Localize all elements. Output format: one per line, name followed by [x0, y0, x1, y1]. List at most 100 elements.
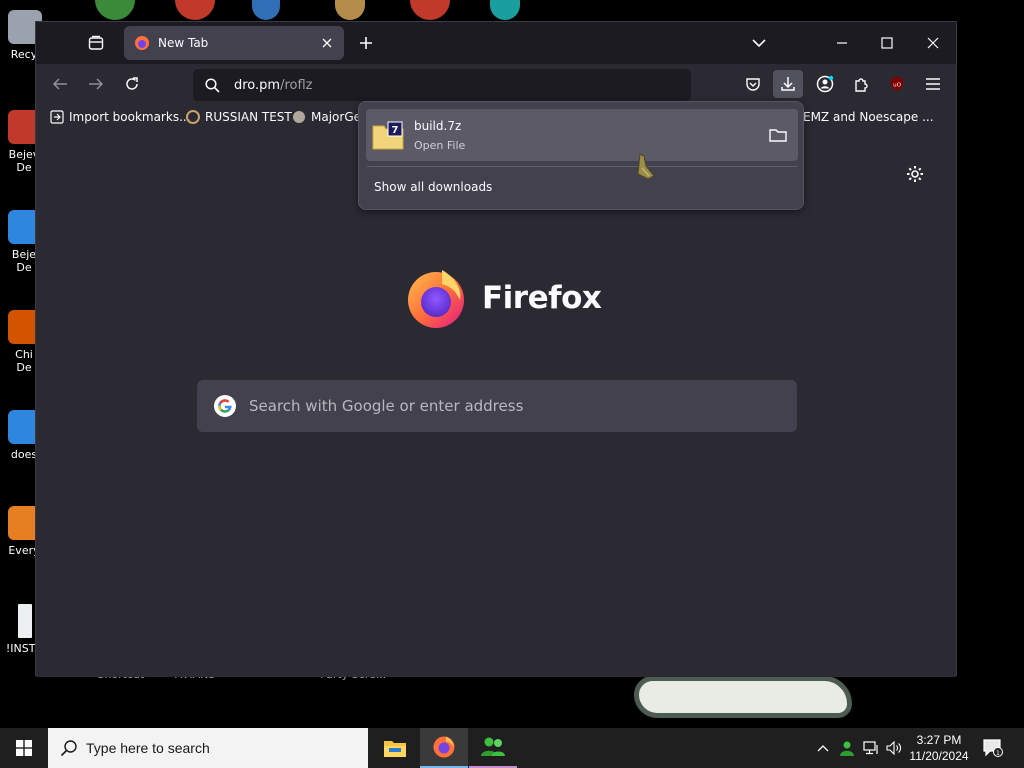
account-icon	[816, 75, 834, 93]
text-file-icon	[18, 604, 32, 638]
extensions-button[interactable]	[846, 70, 876, 98]
svg-text:7: 7	[392, 125, 399, 136]
desktop-wallpaper-shape	[634, 676, 852, 718]
firefox-brand: Firefox	[404, 266, 602, 330]
bookmark-russian-test[interactable]: RUSSIAN TEST	[186, 110, 292, 124]
arrow-left-icon	[52, 78, 67, 90]
forward-button[interactable]	[81, 70, 111, 98]
bookmark-label: RUSSIAN TEST	[205, 110, 292, 124]
firefox-logo-icon	[408, 270, 464, 328]
maximize-icon	[881, 37, 893, 49]
new-tab-button[interactable]	[351, 30, 381, 56]
back-button[interactable]	[45, 70, 75, 98]
bookmark-label: Import bookmarks...	[69, 110, 191, 124]
gear-icon[interactable]	[905, 164, 925, 184]
taskbar-firefox[interactable]	[420, 728, 468, 768]
downloads-button[interactable]	[773, 70, 803, 98]
download-filename: build.7z	[414, 118, 462, 133]
download-item[interactable]: 7 build.7z Open File	[366, 109, 798, 161]
hamburger-menu-icon	[926, 78, 940, 90]
arrow-right-icon	[89, 78, 104, 90]
close-icon	[322, 38, 332, 48]
firefox-favicon-icon	[135, 36, 149, 50]
user-icon	[840, 741, 854, 756]
tray-network[interactable]	[860, 728, 882, 768]
minimize-icon	[837, 42, 847, 44]
url-path: /roflz	[280, 77, 313, 93]
desktop-icon-top-4[interactable]	[335, 0, 365, 20]
archive-file-icon: 7	[372, 121, 404, 150]
tab-title: New Tab	[158, 36, 209, 50]
taskbar-people-app[interactable]	[469, 728, 517, 768]
search-icon	[205, 77, 220, 93]
taskbar-search-box[interactable]: Type here to search	[48, 728, 368, 768]
puzzle-icon	[855, 78, 868, 92]
newtab-search-box[interactable]: Search with Google or enter address	[197, 380, 797, 432]
app-menu-button[interactable]	[918, 70, 948, 98]
ublock-origin-icon: uO	[891, 77, 903, 91]
notification-count: 1	[996, 749, 1000, 757]
close-icon	[927, 37, 939, 49]
taskbar-clock[interactable]: 3:27 PM 11/20/2024	[904, 732, 974, 764]
bookmark-favicon-icon	[293, 111, 305, 123]
firefox-wordmark: Firefox	[482, 280, 602, 316]
clock-time: 3:27 PM	[916, 733, 962, 747]
import-icon	[50, 110, 64, 124]
minimize-button[interactable]	[824, 30, 860, 56]
tab-close-button[interactable]	[318, 34, 336, 52]
bookmark-emz-noescape[interactable]: EMZ and Noescape ...	[803, 110, 934, 124]
show-in-folder-button[interactable]	[768, 125, 788, 145]
newtab-search-placeholder: Search with Google or enter address	[249, 397, 524, 415]
bookmark-label: EMZ and Noescape ...	[803, 110, 934, 124]
tray-user-app[interactable]	[836, 728, 858, 768]
desktop-icon-top-3[interactable]	[252, 0, 280, 20]
firefox-view-icon	[88, 35, 104, 50]
tab-bar: New Tab	[36, 22, 956, 64]
downloads-panel: 7 build.7z Open File Show all downloads	[358, 101, 804, 210]
url-bar[interactable]: dro.pm/roflz	[193, 69, 691, 101]
google-logo-icon	[214, 395, 236, 417]
chevron-down-icon	[752, 39, 766, 48]
tray-volume[interactable]	[883, 728, 905, 768]
notification-center-button[interactable]: 1	[978, 728, 1008, 768]
tab-new-tab[interactable]: New Tab	[124, 26, 344, 60]
firefox-logo-icon	[433, 736, 455, 758]
url-host: dro.pm	[234, 77, 281, 93]
new-tab-page: Firefox Search with Google or enter addr…	[36, 134, 956, 677]
desktop-icon-top-1[interactable]	[95, 0, 135, 20]
maximize-button[interactable]	[869, 30, 905, 56]
bookmark-import[interactable]: Import bookmarks...	[50, 110, 191, 124]
search-icon	[60, 740, 77, 757]
download-icon	[781, 77, 795, 91]
bookmark-majorgeeks[interactable]: MajorGe	[292, 110, 361, 124]
close-window-button[interactable]	[915, 30, 951, 56]
start-button[interactable]	[0, 728, 48, 768]
desktop-icon-top-6[interactable]	[490, 0, 520, 20]
desktop-icon-top-2[interactable]	[175, 0, 215, 20]
folder-icon	[769, 129, 787, 142]
pocket-button[interactable]	[738, 70, 768, 98]
taskbar-file-explorer[interactable]	[371, 728, 419, 768]
svg-text:uO: uO	[893, 83, 901, 89]
bookmark-favicon-icon	[186, 110, 200, 124]
volume-icon	[886, 741, 901, 755]
users-icon	[481, 737, 505, 756]
account-button[interactable]	[810, 70, 840, 98]
show-all-downloads-link[interactable]: Show all downloads	[374, 180, 492, 194]
reload-icon	[126, 77, 138, 90]
windows-logo-icon	[16, 740, 32, 756]
pocket-icon	[746, 78, 760, 91]
desktop-icon-top-5[interactable]	[410, 0, 450, 20]
list-all-tabs-button[interactable]	[744, 30, 774, 56]
network-icon	[863, 741, 878, 755]
ublock-origin-button[interactable]: uO	[882, 70, 912, 98]
chevron-up-icon	[817, 745, 829, 752]
taskbar-search-placeholder: Type here to search	[86, 740, 210, 756]
reload-button[interactable]	[117, 70, 147, 98]
firefox-view-button[interactable]	[81, 30, 111, 56]
download-texts: build.7z Open File	[414, 119, 465, 152]
clock-date: 11/20/2024	[909, 749, 969, 763]
plus-icon	[360, 37, 372, 49]
navigation-toolbar: dro.pm/roflz uO	[36, 64, 956, 104]
tray-overflow-button[interactable]	[812, 728, 834, 768]
